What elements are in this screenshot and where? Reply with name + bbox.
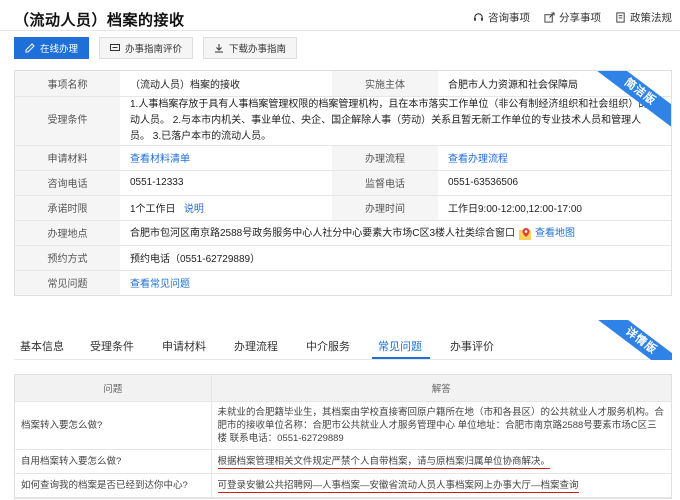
faq-question-header: 问题 — [15, 375, 211, 402]
materials-label: 申请材料 — [15, 145, 120, 171]
deadline-label: 承诺时限 — [15, 195, 120, 221]
basic-info-panel: 简洁版 事项名称 （流动人员）档案的接收 实施主体 合肥市人力资源和社会保障局 … — [14, 70, 672, 296]
edit-icon — [25, 43, 35, 53]
policy-button[interactable]: 政策法规 — [615, 10, 672, 25]
header-actions: 咨询事项 分享事项 政策法规 — [473, 10, 672, 25]
item-name-label: 事项名称 — [15, 71, 120, 97]
hours-value: 工作日9:00-12:00,12:00-17:00 — [438, 195, 671, 221]
supervise-value: 0551-63536506 — [438, 170, 671, 196]
faq-row: 如何查询我的档案是否已经到达你中心? 可登录安徽公共招聘网—人事档案—安徽省流动… — [15, 473, 671, 498]
info-row-address: 办理地点 合肥市包河区南京路2588号政务服务中心人社分中心要素大市场C区3楼人… — [15, 220, 671, 246]
booking-label: 预约方式 — [15, 245, 120, 271]
detail-ribbon-wrap: 详情版 — [582, 320, 672, 360]
rate-guide-label: 办事指南评价 — [125, 44, 183, 55]
download-guide-button[interactable]: 下载办事指南 — [203, 37, 298, 59]
tab-basic-info[interactable]: 基本信息 — [20, 338, 64, 354]
consult-label: 咨询事项 — [488, 12, 530, 24]
download-guide-label: 下载办事指南 — [229, 44, 287, 55]
subject-label: 实施主体 — [332, 71, 438, 97]
view-map-link[interactable]: 查看地图 — [535, 228, 575, 239]
action-buttons: 在线办理 办事指南评价 下载办事指南 — [14, 37, 298, 59]
consult-button[interactable]: 咨询事项 — [473, 10, 530, 25]
info-row-name: 事项名称 （流动人员）档案的接收 实施主体 合肥市人力资源和社会保障局 — [15, 71, 671, 97]
policy-label: 政策法规 — [630, 12, 672, 24]
faq-question: 如何查询我的档案是否已经到达你中心? — [15, 473, 211, 498]
tab-rating[interactable]: 办事评价 — [450, 338, 494, 354]
faq-table: 问题 解答 档案转入要怎么做? 未就业的合肥籍毕业生，其档案由学校直接寄回原户籍… — [15, 375, 671, 498]
phone-label: 咨询电话 — [15, 170, 120, 196]
share-label: 分享事项 — [559, 12, 601, 24]
document-icon — [616, 12, 625, 23]
tab-conditions[interactable]: 受理条件 — [90, 338, 134, 354]
phone-value: 0551-12333 — [120, 170, 332, 196]
info-row-booking: 预约方式 预约电话（0551-62729889） — [15, 245, 671, 271]
headset-icon — [474, 13, 483, 21]
faq-row: 档案转入要怎么做? 未就业的合肥籍毕业生，其档案由学校直接寄回原户籍所在地（市和… — [15, 401, 671, 450]
faq-answer: 未就业的合肥籍毕业生，其档案由学校直接寄回原户籍所在地（市和各县区）的公共就业人… — [210, 401, 671, 450]
basic-info-table: 事项名称 （流动人员）档案的接收 实施主体 合肥市人力资源和社会保障局 受理条件… — [15, 71, 671, 295]
info-row-deadline: 承诺时限 1个工作日 说明 办理时间 工作日9:00-12:00,12:00-1… — [15, 195, 671, 221]
online-apply-button[interactable]: 在线办理 — [14, 37, 90, 59]
faq-answer-header: 解答 — [210, 375, 671, 402]
faq-answer: 可登录安徽公共招聘网—人事档案—安徽省流动人员人事档案网上办事大厅—档案查询 — [217, 479, 579, 493]
share-icon — [544, 12, 555, 23]
materials-link[interactable]: 查看材料清单 — [130, 154, 190, 165]
item-name-value: （流动人员）档案的接收 — [120, 71, 332, 97]
tab-agency[interactable]: 中介服务 — [306, 338, 350, 354]
process-label: 办理流程 — [332, 145, 438, 171]
faq-header-row: 问题 解答 — [15, 375, 671, 402]
faq-row: 自用档案转入要怎么做? 根据档案管理相关文件规定严禁个人自带档案，请与原档案归属… — [15, 449, 671, 474]
info-row-phone: 咨询电话 0551-12333 监督电话 0551-63536506 — [15, 170, 671, 196]
tab-faq[interactable]: 常见问题 — [378, 338, 422, 354]
page-header: （流动人员）档案的接收 咨询事项 分享事项 政策法规 — [0, 0, 680, 34]
faq-link[interactable]: 查看常见问题 — [130, 279, 190, 290]
comment-icon — [110, 44, 121, 51]
info-row-faq: 常见问题 查看常见问题 — [15, 270, 671, 295]
deadline-value: 1个工作日 — [130, 204, 176, 215]
deadline-explain-link[interactable]: 说明 — [184, 204, 204, 215]
online-apply-label: 在线办理 — [40, 44, 79, 55]
supervise-label: 监督电话 — [332, 170, 438, 196]
faq-answer: 根据档案管理相关文件规定严禁个人自带档案，请与原档案归属单位协商解决。 — [217, 455, 551, 469]
tab-process[interactable]: 办理流程 — [234, 338, 278, 354]
rate-guide-button[interactable]: 办事指南评价 — [99, 37, 194, 59]
detail-tabs: 基本信息 受理条件 申请材料 办理流程 中介服务 常见问题 办事评价 详情版 — [14, 320, 672, 360]
hours-label: 办理时间 — [332, 195, 438, 221]
tab-materials[interactable]: 申请材料 — [162, 338, 206, 354]
faq-question: 档案转入要怎么做? — [15, 401, 211, 450]
info-row-materials: 申请材料 查看材料清单 办理流程 查看办理流程 — [15, 145, 671, 171]
faq-label: 常见问题 — [15, 270, 120, 295]
map-pin-icon — [519, 227, 532, 240]
header-divider — [0, 30, 680, 31]
process-link[interactable]: 查看办理流程 — [448, 154, 508, 165]
address-label: 办理地点 — [15, 220, 120, 246]
booking-value: 预约电话（0551-62729889） — [120, 245, 671, 271]
download-icon — [215, 44, 224, 53]
conditions-label: 受理条件 — [15, 96, 120, 146]
faq-panel: 问题 解答 档案转入要怎么做? 未就业的合肥籍毕业生，其档案由学校直接寄回原户籍… — [14, 374, 672, 499]
detail-version-ribbon: 详情版 — [591, 320, 672, 360]
info-row-conditions: 受理条件 1.人事档案存放于具有人事档案管理权限的档案管理机构，且在本市落实工作… — [15, 96, 671, 146]
page-title: （流动人员）档案的接收 — [14, 12, 185, 29]
address-value: 合肥市包河区南京路2588号政务服务中心人社分中心要素大市场C区3楼人社类综合窗… — [130, 228, 516, 240]
share-button[interactable]: 分享事项 — [544, 10, 601, 25]
faq-question: 自用档案转入要怎么做? — [15, 449, 211, 474]
conditions-value: 1.人事档案存放于具有人事档案管理权限的档案管理机构，且在本市落实工作单位（非公… — [120, 96, 671, 146]
active-tab-indicator — [372, 357, 430, 359]
